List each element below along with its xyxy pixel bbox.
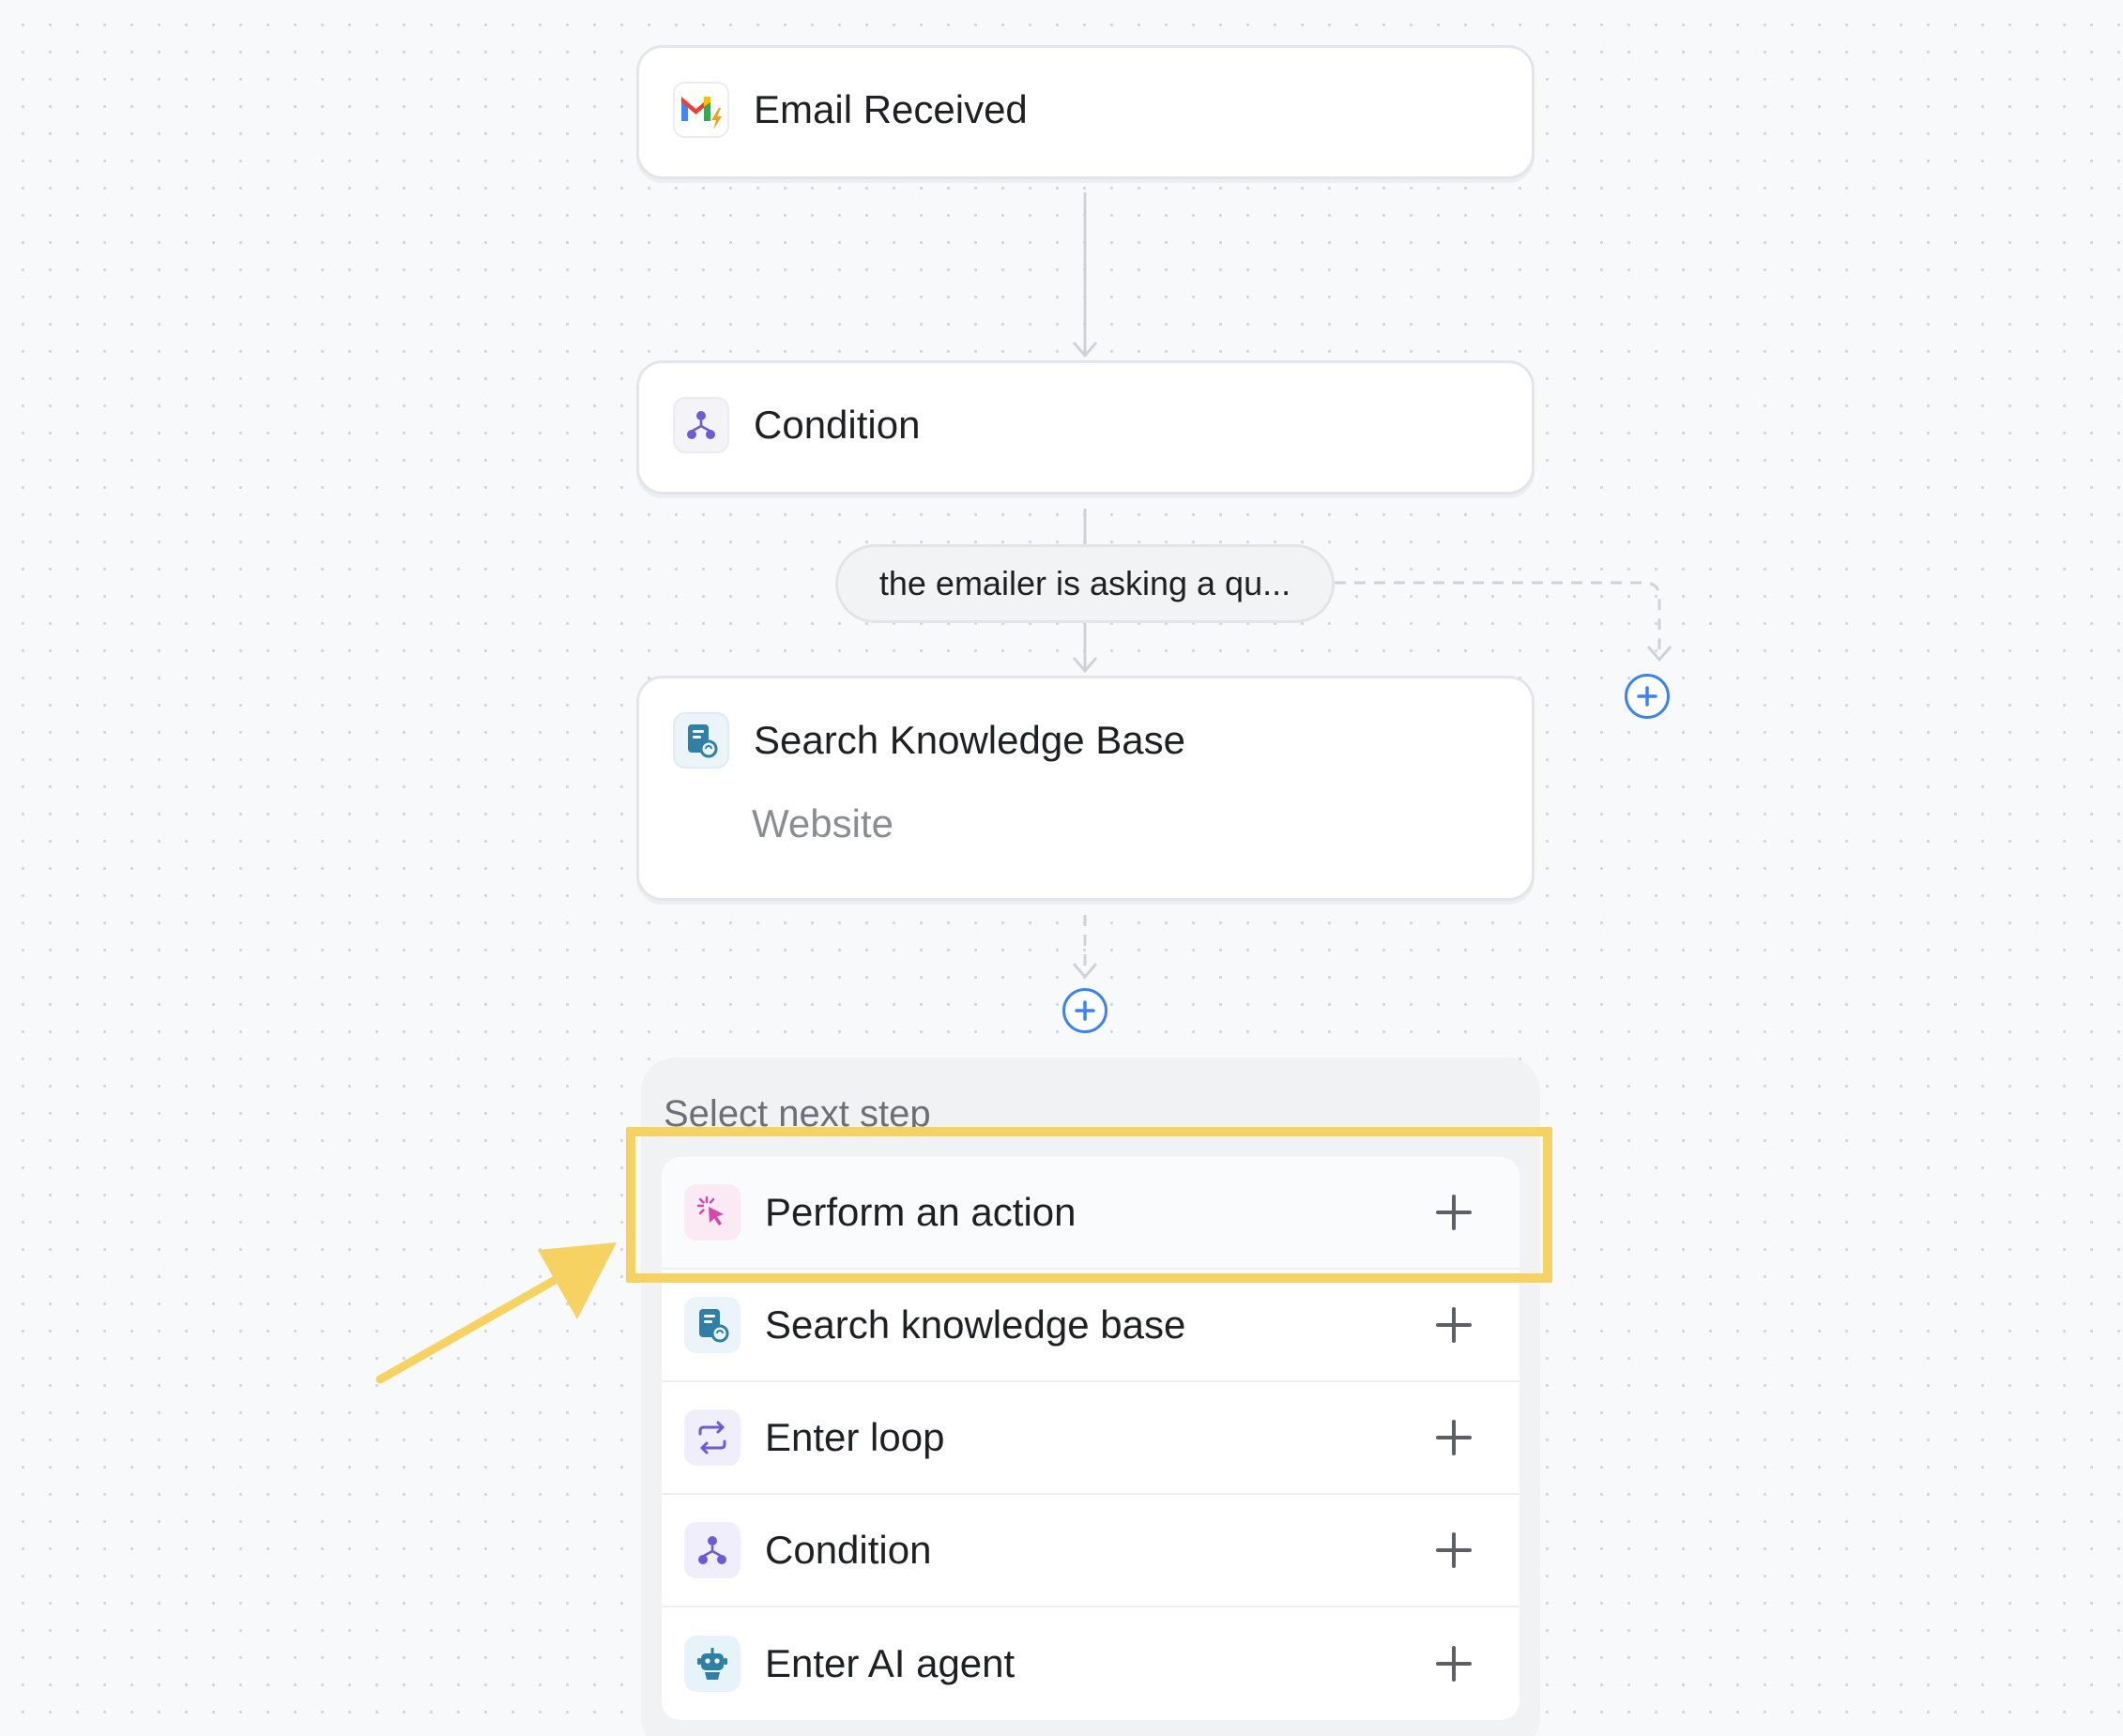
option-enter-ai-agent[interactable]: Enter AI agent (662, 1607, 1520, 1720)
branch-label[interactable]: the emailer is asking a qu... (835, 544, 1335, 623)
connector-branch-to-search (1072, 622, 1098, 674)
plus-icon[interactable] (1435, 1306, 1473, 1344)
node-search-knowledge-base[interactable]: Search Knowledge Base Website (636, 676, 1535, 901)
loop-icon (684, 1409, 741, 1466)
add-step-button[interactable] (1062, 988, 1107, 1033)
gmail-icon (673, 82, 729, 138)
highlight-box (626, 1127, 1552, 1283)
plus-icon[interactable] (1435, 1645, 1473, 1683)
node-title: Search Knowledge Base (754, 718, 1185, 762)
plus-icon (1075, 1000, 1095, 1021)
connector-condition-to-branch (1083, 509, 1087, 546)
node-title: Email Received (754, 87, 1028, 131)
option-label: Condition (765, 1528, 932, 1572)
node-title: Condition (754, 403, 921, 447)
node-email-received[interactable]: Email Received (636, 45, 1535, 179)
knowledge-base-icon (673, 712, 729, 769)
option-label: Enter loop (765, 1415, 945, 1459)
branch-label-text: the emailer is asking a qu... (878, 564, 1291, 602)
knowledge-base-icon (684, 1297, 741, 1353)
condition-icon (684, 1522, 741, 1578)
plus-icon[interactable] (1435, 1531, 1473, 1569)
robot-icon (684, 1636, 741, 1692)
plus-icon (1637, 686, 1657, 707)
node-subtitle: Website (752, 801, 893, 845)
workflow-canvas[interactable]: Email Received Condition the emailer is … (0, 0, 2123, 1736)
option-condition[interactable]: Condition (662, 1495, 1520, 1607)
node-condition[interactable]: Condition (636, 360, 1535, 495)
connector-email-to-condition (1072, 192, 1098, 358)
option-label: Search knowledge base (765, 1302, 1186, 1347)
add-else-step-button[interactable] (1625, 674, 1670, 719)
connector-search-to-next (1072, 915, 1098, 979)
connector-else-branch (1335, 581, 1672, 662)
option-label: Enter AI agent (765, 1641, 1016, 1685)
option-search-knowledge-base[interactable]: Search knowledge base (662, 1270, 1520, 1382)
annotation-arrow (375, 1242, 617, 1384)
condition-icon (673, 397, 729, 453)
option-enter-loop[interactable]: Enter loop (662, 1382, 1520, 1495)
plus-icon[interactable] (1435, 1419, 1473, 1456)
